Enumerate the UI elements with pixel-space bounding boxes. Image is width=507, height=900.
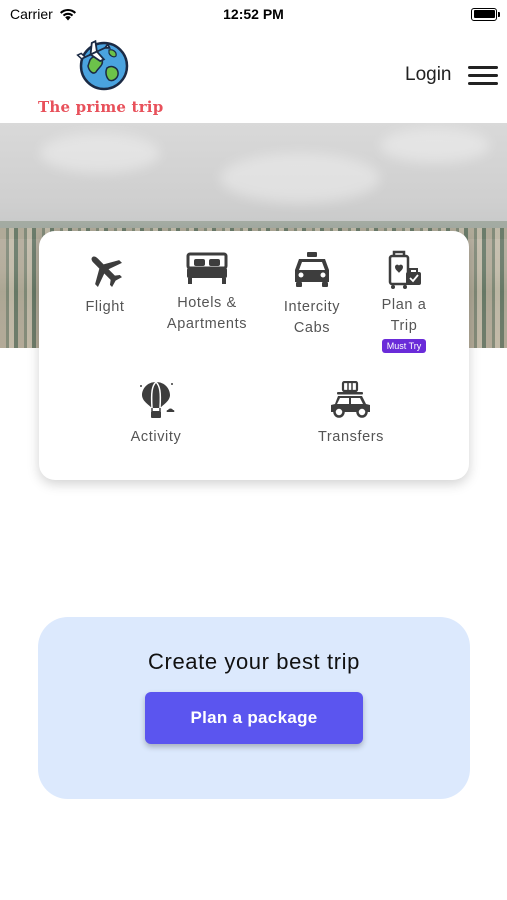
service-transfers[interactable]: Transfers [311, 379, 391, 448]
battery-icon [471, 7, 500, 21]
status-left: Carrier [10, 6, 77, 22]
globe-airplane-icon [76, 39, 129, 91]
wifi-icon [59, 8, 76, 20]
bed-icon [184, 247, 230, 289]
plan-package-card: Create your best trip Plan a package [38, 617, 470, 799]
carrier-label: Carrier [10, 6, 53, 22]
status-bar: Carrier 12:52 PM [0, 0, 507, 28]
service-label: Hotels & Apartments [166, 295, 248, 332]
service-activity[interactable]: Activity [119, 379, 193, 448]
service-cabs[interactable]: Intercity Cabs [273, 249, 351, 339]
service-label: Activity [130, 429, 182, 445]
service-label: Plan a Trip [381, 297, 427, 334]
hot-air-balloon-icon [133, 379, 179, 421]
taxi-icon [289, 249, 335, 291]
app-header: The prime trip Login [0, 28, 507, 123]
logo-text: The prime trip [38, 98, 164, 116]
services-card: Flight Hotels & Apartments Intercity Cab… [39, 231, 469, 480]
login-link[interactable]: Login [405, 64, 452, 86]
service-hotels[interactable]: Hotels & Apartments [159, 247, 255, 335]
service-label: Intercity Cabs [283, 299, 341, 336]
logo[interactable]: The prime trip [36, 36, 171, 116]
service-flight[interactable]: Flight [75, 249, 135, 318]
cta-title: Create your best trip [148, 649, 360, 674]
hamburger-menu-icon[interactable] [468, 66, 498, 86]
airplane-icon [82, 249, 128, 291]
luggage-icon [381, 249, 427, 291]
must-try-badge: Must Try [381, 339, 427, 353]
service-label: Flight [85, 299, 125, 315]
service-label: Transfers [317, 429, 385, 445]
car-luggage-icon [328, 379, 374, 421]
plan-package-button[interactable]: Plan a package [145, 692, 363, 744]
service-plan-trip[interactable]: Plan a Trip Must Try [373, 249, 435, 353]
